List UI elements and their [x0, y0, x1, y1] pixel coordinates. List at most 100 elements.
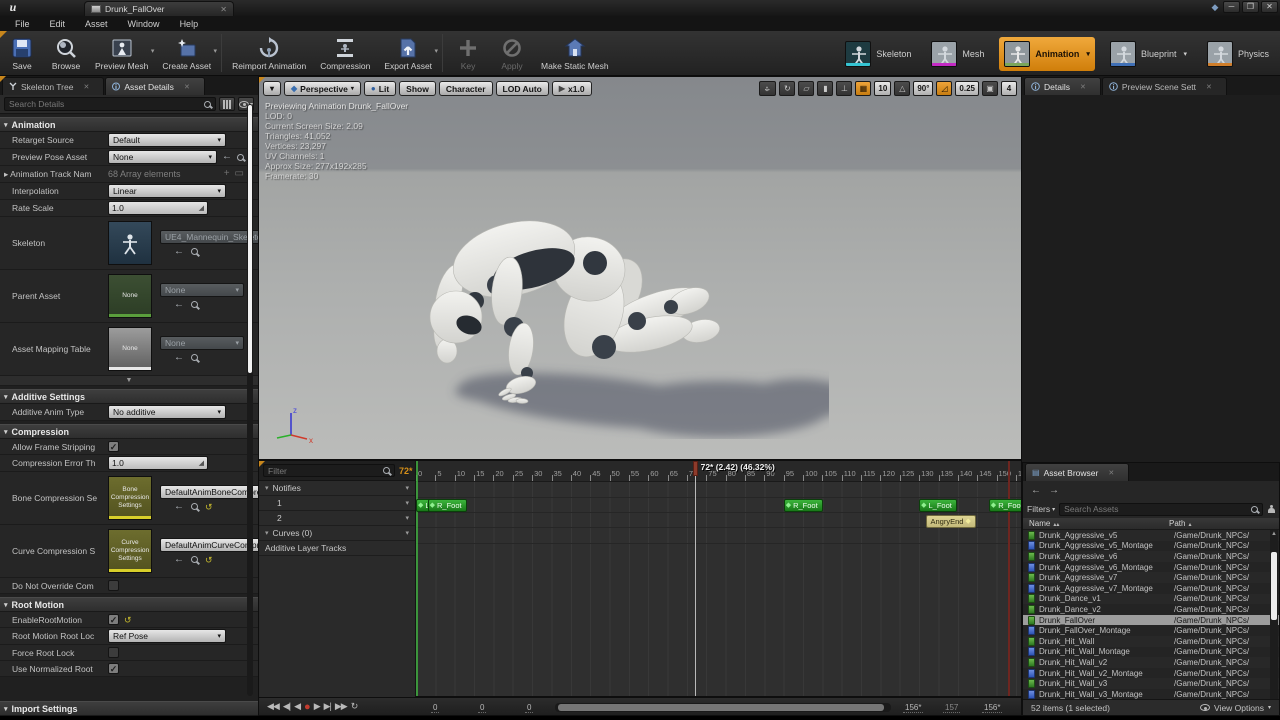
asset-row-drunk_hit_wall_v2_montage[interactable]: Drunk_Hit_Wall_v2_Montage/Game/Drunk_NPC…: [1023, 668, 1279, 679]
filters-dropdown[interactable]: Filters▾: [1027, 504, 1055, 514]
step-forward-button[interactable]: ▶|: [324, 701, 331, 712]
scale-snap-button[interactable]: ◿: [936, 81, 952, 96]
bone-compression-se-thumbnail[interactable]: Bone Compression Settings: [108, 476, 152, 520]
section-additive-settings[interactable]: ▾Additive Settings: [0, 389, 258, 404]
rotate-tool-button[interactable]: ↻: [779, 81, 795, 96]
asset-row-drunk_aggressive_v7[interactable]: Drunk_Aggressive_v7/Game/Drunk_NPCs/: [1023, 572, 1279, 583]
asset-row-drunk_hit_wall_v2[interactable]: Drunk_Hit_Wall_v2/Game/Drunk_NPCs/: [1023, 657, 1279, 668]
tab-close-icon[interactable]: ✕: [184, 83, 190, 91]
search-details-input[interactable]: [9, 99, 200, 109]
asset-row-drunk_aggressive_v5_montage[interactable]: Drunk_Aggressive_v5_Montage/Game/Drunk_N…: [1023, 541, 1279, 552]
browse-to-asset-icon[interactable]: [191, 556, 198, 563]
range-value[interactable]: 0: [431, 703, 439, 713]
viewport-lod-auto-button[interactable]: LOD Auto: [496, 81, 549, 96]
viewport-lit-button[interactable]: ●Lit: [364, 81, 396, 96]
skeleton-thumbnail[interactable]: [108, 221, 152, 265]
timeline-track-area[interactable]: 0510152025303540455055606570758085909510…: [416, 461, 1021, 696]
menu-window[interactable]: Window: [119, 18, 169, 30]
step-back-button[interactable]: ◀|: [283, 701, 290, 712]
asset-row-drunk_dance_v2[interactable]: Drunk_Dance_v2/Game/Drunk_NPCs/: [1023, 604, 1279, 615]
rotation-snap-button[interactable]: △: [894, 81, 910, 96]
left-scrollbar-thumb[interactable]: [248, 105, 252, 373]
viewport-show-button[interactable]: Show: [399, 81, 436, 96]
notify-r_foot[interactable]: ◆R_Foot: [989, 499, 1021, 512]
loop-button[interactable]: ↻: [351, 701, 358, 712]
root-motion-root-loc-dropdown[interactable]: Ref Pose▾: [108, 629, 226, 643]
asset-scrollbar-thumb[interactable]: [1271, 552, 1277, 620]
use-selected-icon[interactable]: ←: [174, 502, 184, 512]
asset-row-drunk_hit_wall_v3_montage[interactable]: Drunk_Hit_Wall_v3_Montage/Game/Drunk_NPC…: [1023, 689, 1279, 699]
track-header-2[interactable]: 2▾: [259, 511, 415, 526]
toolbar-make-static-mesh-button[interactable]: Make Static Mesh: [534, 31, 616, 75]
rotation-size-button[interactable]: 90°: [913, 81, 933, 96]
browse-to-asset-icon[interactable]: [191, 503, 198, 510]
use-selected-icon[interactable]: ←: [174, 353, 184, 363]
track-header-additive-layer-tracks[interactable]: Additive Layer Tracks: [259, 541, 415, 556]
interpolation-dropdown[interactable]: Linear▾: [108, 184, 226, 198]
notify-r_foot[interactable]: ◆R_Foot: [428, 499, 467, 512]
curve-compression-s-dropdown[interactable]: DefaultAnimCurveCompre▾: [160, 538, 258, 552]
menu-file[interactable]: File: [6, 18, 39, 30]
tab-close-icon[interactable]: ✕: [1108, 469, 1114, 477]
toolbar-export-asset-button[interactable]: Export Asset▾: [377, 31, 439, 75]
preview-pose-asset-dropdown[interactable]: None▾: [108, 150, 217, 164]
mode-blueprint-button[interactable]: Blueprint▾: [1105, 37, 1192, 71]
browse-to-asset-icon[interactable]: [191, 354, 198, 361]
asset-row-drunk_aggressive_v6[interactable]: Drunk_Aggressive_v6/Game/Drunk_NPCs/: [1023, 551, 1279, 562]
camera-speed-button[interactable]: 4: [1001, 81, 1017, 96]
mode-mesh-button[interactable]: Mesh: [926, 37, 989, 71]
browse-to-asset-icon[interactable]: [191, 301, 198, 308]
bone-compression-se-dropdown[interactable]: DefaultAnimBoneCompre▾: [160, 485, 258, 499]
asset-row-drunk_aggressive_v6_montage[interactable]: Drunk_Aggressive_v6_Montage/Game/Drunk_N…: [1023, 562, 1279, 573]
tab-skeleton-tree[interactable]: Skeleton Tree✕: [2, 77, 104, 95]
toolbar-save-button[interactable]: Save: [0, 31, 44, 75]
toolbar-reimport-animation-button[interactable]: Reimport Animation: [225, 31, 313, 75]
asset-row-drunk_aggressive_v5[interactable]: Drunk_Aggressive_v5/Game/Drunk_NPCs/: [1023, 530, 1279, 541]
toolbar-compression-button[interactable]: Compression: [313, 31, 377, 75]
add-element-icon[interactable]: +: [224, 169, 230, 179]
close-button[interactable]: ✕: [1261, 1, 1278, 13]
asset-row-drunk_hit_wall_v3[interactable]: Drunk_Hit_Wall_v3/Game/Drunk_NPCs/: [1023, 678, 1279, 689]
do-not-override-com-checkbox[interactable]: [108, 580, 119, 591]
delete-elements-icon[interactable]: ▭: [235, 169, 244, 179]
to-end-button[interactable]: ▶▶: [335, 701, 347, 712]
timeline-scrollbar-thumb[interactable]: [558, 704, 884, 711]
asset-row-drunk_dance_v1[interactable]: Drunk_Dance_v1/Game/Drunk_NPCs/: [1023, 594, 1279, 605]
use-selected-icon[interactable]: ←: [222, 152, 232, 162]
force-root-lock-checkbox[interactable]: [108, 647, 119, 658]
toolbar-browse-button[interactable]: Browse: [44, 31, 88, 75]
toolbar-apply-button[interactable]: Apply: [490, 31, 534, 75]
maximize-button[interactable]: ❐: [1242, 1, 1259, 13]
menu-edit[interactable]: Edit: [41, 18, 75, 30]
toolbar-create-asset-button[interactable]: Create Asset▾: [155, 31, 218, 75]
asset-row-drunk_hit_wall[interactable]: Drunk_Hit_Wall/Game/Drunk_NPCs/: [1023, 636, 1279, 647]
asset-row-drunk_aggressive_v7_montage[interactable]: Drunk_Aggressive_v7_Montage/Game/Drunk_N…: [1023, 583, 1279, 594]
notify-r_foot[interactable]: ◆R_Foot: [784, 499, 823, 512]
document-tab[interactable]: Drunk_FallOver ✕: [84, 1, 234, 16]
toolbar-preview-mesh-button[interactable]: Preview Mesh▾: [88, 31, 155, 75]
tab-close-icon[interactable]: ✕: [1080, 83, 1086, 91]
curve-compression-s-thumbnail[interactable]: Curve Compression Settings: [108, 529, 152, 573]
person-icon[interactable]: [1267, 505, 1275, 514]
tab-close-icon[interactable]: ✕: [220, 5, 227, 14]
scroll-up-icon[interactable]: ▲: [1270, 530, 1278, 538]
reset-to-default-icon[interactable]: ↺: [205, 502, 213, 512]
asset-scrollbar[interactable]: ▲: [1270, 530, 1278, 699]
tab-asset-browser[interactable]: ▤ Asset Browser ✕: [1025, 463, 1129, 481]
range-value[interactable]: 156*: [903, 703, 923, 713]
scale-tool-button[interactable]: ▱: [798, 81, 814, 96]
search-assets-box[interactable]: [1059, 503, 1263, 516]
compression-error-th-input[interactable]: 1.0◢: [108, 456, 208, 470]
additive-anim-type-dropdown[interactable]: No additive▾: [108, 405, 226, 419]
track-filter-box[interactable]: [263, 464, 395, 477]
asset-mapping-table-thumbnail[interactable]: None: [108, 327, 152, 371]
allow-frame-stripping-checkbox[interactable]: ✓: [108, 441, 119, 452]
play-button[interactable]: ▶: [314, 701, 320, 712]
scale-size-button[interactable]: 0.25: [955, 81, 979, 96]
view-options-button[interactable]: View Options▾: [1200, 703, 1271, 713]
tab-asset-details[interactable]: Asset Details✕: [105, 77, 204, 95]
playhead-line[interactable]: [695, 461, 696, 696]
notify-angryend[interactable]: AngryEnd◆: [926, 515, 976, 528]
viewport-options-button[interactable]: ▾: [263, 81, 281, 96]
minimize-button[interactable]: ─: [1223, 1, 1240, 13]
